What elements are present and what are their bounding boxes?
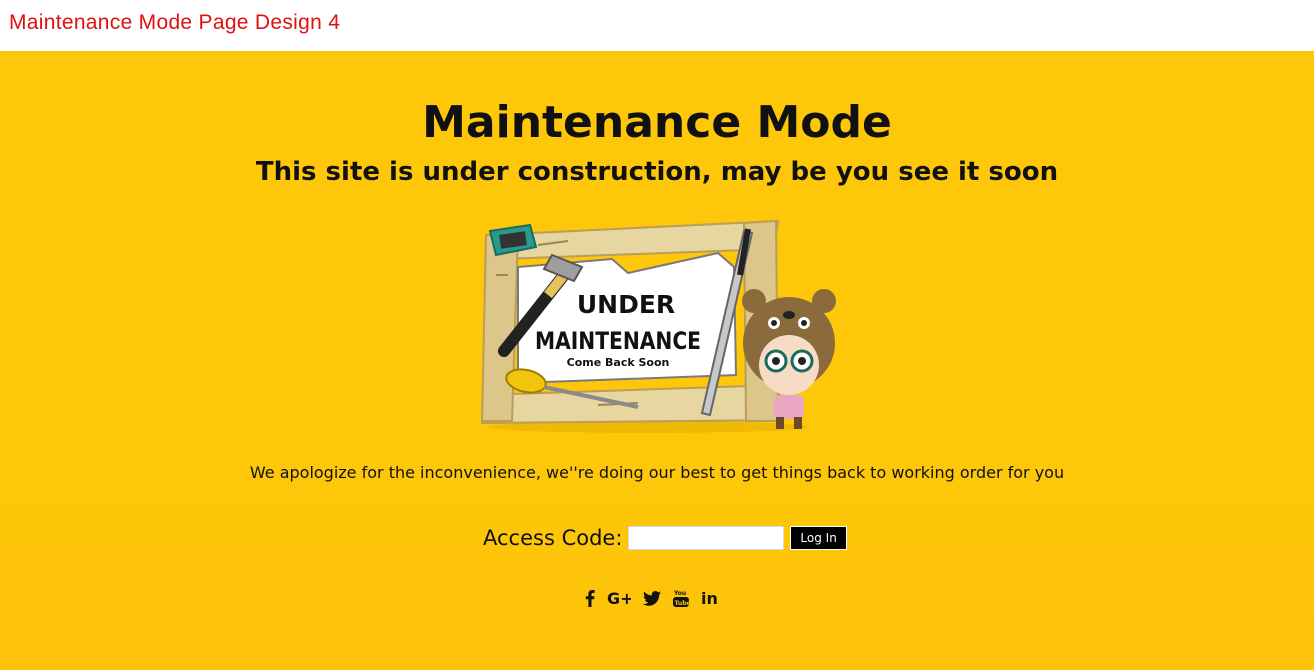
- svg-text:in: in: [701, 590, 718, 606]
- access-code-input[interactable]: [628, 526, 785, 550]
- log-in-button[interactable]: Log In: [790, 526, 847, 550]
- twitter-icon[interactable]: [643, 586, 661, 610]
- under-maintenance-illustration: UNDER MAINTENANCE Come Back Soon: [478, 215, 840, 435]
- sign-line-maintenance: MAINTENANCE: [535, 327, 701, 355]
- facebook-icon[interactable]: [585, 586, 595, 610]
- maintenance-panel: Maintenance Mode This site is under cons…: [0, 51, 1314, 670]
- top-bar: Maintenance Mode Page Design 4: [0, 0, 1314, 51]
- sign-line-come-back: Come Back Soon: [567, 356, 670, 369]
- social-links: G+ You Tube in: [585, 585, 731, 611]
- sign-line-under: UNDER: [577, 290, 675, 319]
- svg-text:Tube: Tube: [675, 600, 690, 607]
- page-subtitle: This site is under construction, may be …: [255, 157, 1059, 187]
- svg-text:You: You: [673, 590, 686, 597]
- svg-text:G+: G+: [607, 590, 631, 606]
- access-code-label: Access Code:: [483, 526, 623, 550]
- linkedin-icon[interactable]: in: [701, 586, 719, 610]
- page-title: Maintenance Mode: [422, 97, 892, 148]
- under-maintenance-graphic: UNDER MAINTENANCE Come Back Soon: [480, 219, 836, 433]
- youtube-icon[interactable]: You Tube: [673, 586, 689, 610]
- apology-message: We apologize for the inconvenience, we''…: [249, 463, 1065, 482]
- access-code-form: Access Code: Log In: [483, 523, 847, 553]
- google-plus-icon[interactable]: G+: [607, 586, 631, 610]
- page-header-title: Maintenance Mode Page Design 4: [9, 11, 341, 34]
